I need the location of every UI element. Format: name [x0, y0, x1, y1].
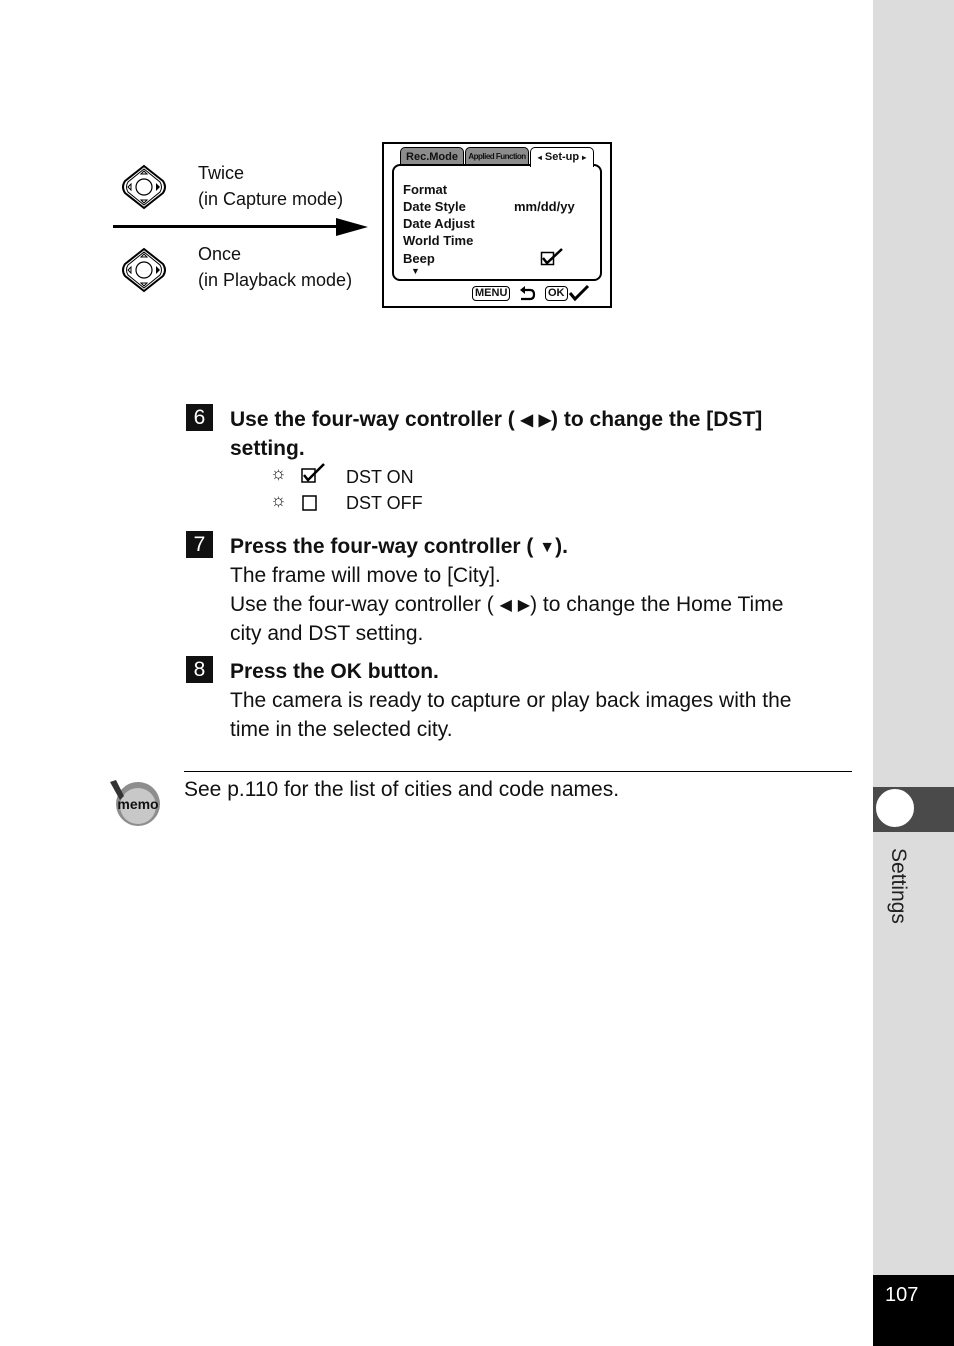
heading-text: ) to change the [DST]: [551, 408, 763, 431]
side-tab-bar: [873, 0, 954, 1346]
down-triangle-icon: ▼: [539, 539, 556, 556]
step-8-body-2: time in the selected city.: [230, 718, 453, 741]
heading-text: Use the four-way controller (: [230, 408, 515, 431]
menu-item-date-adjust[interactable]: Date Adjust: [403, 216, 475, 231]
right-triangle-icon: ▶: [538, 412, 552, 429]
step-6-heading-line2: setting.: [230, 437, 305, 460]
beep-checkbox-checked-icon[interactable]: [540, 248, 564, 266]
checkbox-checked-icon: [301, 463, 325, 483]
menu-item-world-time[interactable]: World Time: [403, 233, 473, 248]
tab-left-arrow-icon: ◂: [537, 153, 542, 162]
left-triangle-icon: ◀: [520, 412, 533, 429]
back-arrow-icon: [520, 286, 536, 301]
tab-right-arrow-icon: ▸: [582, 153, 587, 162]
check-icon: [568, 284, 590, 302]
arrow-line: [113, 225, 341, 228]
sun-blink-icon: ☼: [270, 463, 287, 483]
memo-icon-label: memo: [117, 796, 158, 812]
caption-line: (in Capture mode): [198, 189, 344, 209]
left-triangle-icon: ◀: [499, 597, 512, 614]
section-label: Settings: [887, 848, 910, 924]
caption-line: Twice: [198, 163, 245, 183]
page-number: 107: [885, 1284, 919, 1306]
menu-item-beep[interactable]: Beep: [403, 251, 435, 266]
heading-text: ).: [555, 535, 568, 558]
section-circle-icon: [874, 787, 916, 829]
heading-text: Press the four-way controller (: [230, 535, 534, 558]
step-7-body: The frame will move to [City].: [230, 564, 501, 587]
date-style-value: mm/dd/yy: [514, 199, 575, 214]
dst-on-label: DST ON: [346, 467, 414, 487]
ok-key-label: OK: [545, 286, 568, 301]
step-7-body-3: city and DST setting.: [230, 622, 424, 645]
menu-item-format[interactable]: Format: [403, 182, 447, 197]
checkbox-unchecked-icon: [302, 495, 317, 511]
body-text: Use the four-way controller (: [230, 593, 494, 616]
step-7-body-2: Use the four-way controller ( ◀ ▶) to ch…: [230, 590, 783, 620]
menu-key-label: MENU: [472, 286, 511, 301]
right-triangle-icon: ▶: [517, 597, 531, 614]
body-text: ) to change the Home Time: [530, 593, 784, 616]
memo-divider: [184, 771, 852, 772]
tab-rec-mode[interactable]: Rec.Mode: [400, 147, 464, 165]
memo-text: See p.110 for the list of cities and cod…: [184, 778, 620, 801]
dst-off-label: DST OFF: [346, 493, 423, 513]
more-down-icon: ▼: [411, 266, 420, 276]
four-way-controller-right-icon: [122, 247, 166, 293]
caption-line: Once: [198, 244, 242, 264]
four-way-controller-right-icon: [122, 164, 166, 210]
menu-item-date-style[interactable]: Date Style: [403, 199, 466, 214]
tab-applied-function[interactable]: Applied Function: [465, 147, 529, 165]
tab-set-up[interactable]: ◂ Set-up ▸: [530, 147, 594, 167]
memo-icon: memo: [110, 780, 160, 826]
step-6-heading: Use the four-way controller ( ◀ ▶) to ch…: [230, 405, 762, 435]
arrow-right-icon: [336, 218, 368, 236]
step-8-heading: Press the OK button.: [230, 660, 439, 683]
capture-caption: Twice (in Capture mode): [198, 160, 343, 212]
sun-blink-icon: ☼: [270, 490, 287, 510]
step-7-heading: Press the four-way controller ( ▼).: [230, 532, 568, 562]
caption-line: (in Playback mode): [198, 270, 353, 290]
step-number: 8: [186, 656, 213, 683]
step-8-body: The camera is ready to capture or play b…: [230, 689, 792, 712]
tab-label: Set-up: [544, 151, 580, 163]
step-number: 6: [186, 404, 213, 431]
playback-caption: Once (in Playback mode): [198, 241, 352, 293]
step-number: 7: [186, 531, 213, 558]
